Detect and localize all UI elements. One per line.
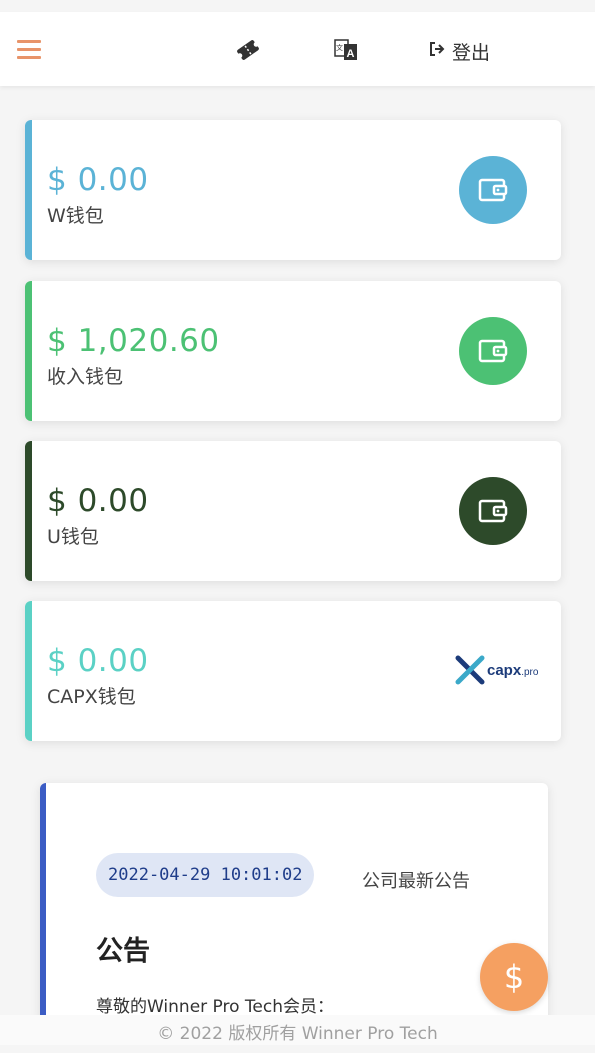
notice-title: 公告 xyxy=(96,936,150,967)
wallet-amount: $ 0.00 xyxy=(47,483,149,519)
notice-card: 2022-04-29 10:01:02 公司最新公告 公告 尊敬的Winner … xyxy=(40,783,548,1023)
wallet-card-capx[interactable]: $ 0.00 CAPX钱包 capx .pro xyxy=(25,601,561,741)
footer: © 2022 版权所有 Winner Pro Tech xyxy=(0,1015,595,1045)
dollar-fab-button[interactable]: $ xyxy=(480,943,548,1011)
translate-icon[interactable]: A 文 xyxy=(332,36,360,64)
wallet-card-u[interactable]: $ 0.00 U钱包 xyxy=(25,441,561,581)
top-navbar: A 文 登出 xyxy=(0,12,595,86)
notice-tag: 公司最新公告 xyxy=(362,871,470,892)
wallet-card-w[interactable]: $ 0.00 W钱包 xyxy=(25,120,561,260)
wallet-label: W钱包 xyxy=(47,205,104,227)
dollar-icon: $ xyxy=(503,958,525,996)
wallet-amount: $ 1,020.60 xyxy=(47,323,220,359)
card-accent-bar xyxy=(25,601,32,741)
wallet-amount: $ 0.00 xyxy=(47,643,149,679)
notice-date-badge: 2022-04-29 10:01:02 xyxy=(96,853,315,897)
capx-logo-text: capx xyxy=(487,661,522,679)
wallet-label: 收入钱包 xyxy=(47,366,124,388)
menu-icon[interactable] xyxy=(17,40,41,60)
svg-text:文: 文 xyxy=(336,43,343,52)
card-accent-bar xyxy=(25,441,32,581)
capx-logo-suffix: .pro xyxy=(521,666,539,678)
ticket-icon[interactable] xyxy=(234,36,262,64)
wallet-amount: $ 0.00 xyxy=(47,162,149,198)
svg-text:A: A xyxy=(347,48,355,60)
copyright-text: © 2022 版权所有 Winner Pro Tech xyxy=(157,1024,438,1044)
wallet-icon xyxy=(459,317,527,385)
wallet-label: U钱包 xyxy=(47,526,99,548)
logout-label: 登出 xyxy=(452,41,491,64)
logout-button[interactable]: 登出 xyxy=(428,38,490,64)
capx-logo: capx .pro xyxy=(455,653,538,687)
card-accent-bar xyxy=(25,281,32,421)
wallet-icon xyxy=(459,477,527,545)
wallet-card-income[interactable]: $ 1,020.60 收入钱包 xyxy=(25,281,561,421)
notice-body: 尊敬的Winner Pro Tech会员： xyxy=(96,997,335,1017)
notice-accent-bar xyxy=(40,783,46,1023)
logout-icon xyxy=(428,40,446,63)
card-accent-bar xyxy=(25,120,32,260)
wallet-label: CAPX钱包 xyxy=(47,686,136,708)
wallet-icon xyxy=(459,156,527,224)
